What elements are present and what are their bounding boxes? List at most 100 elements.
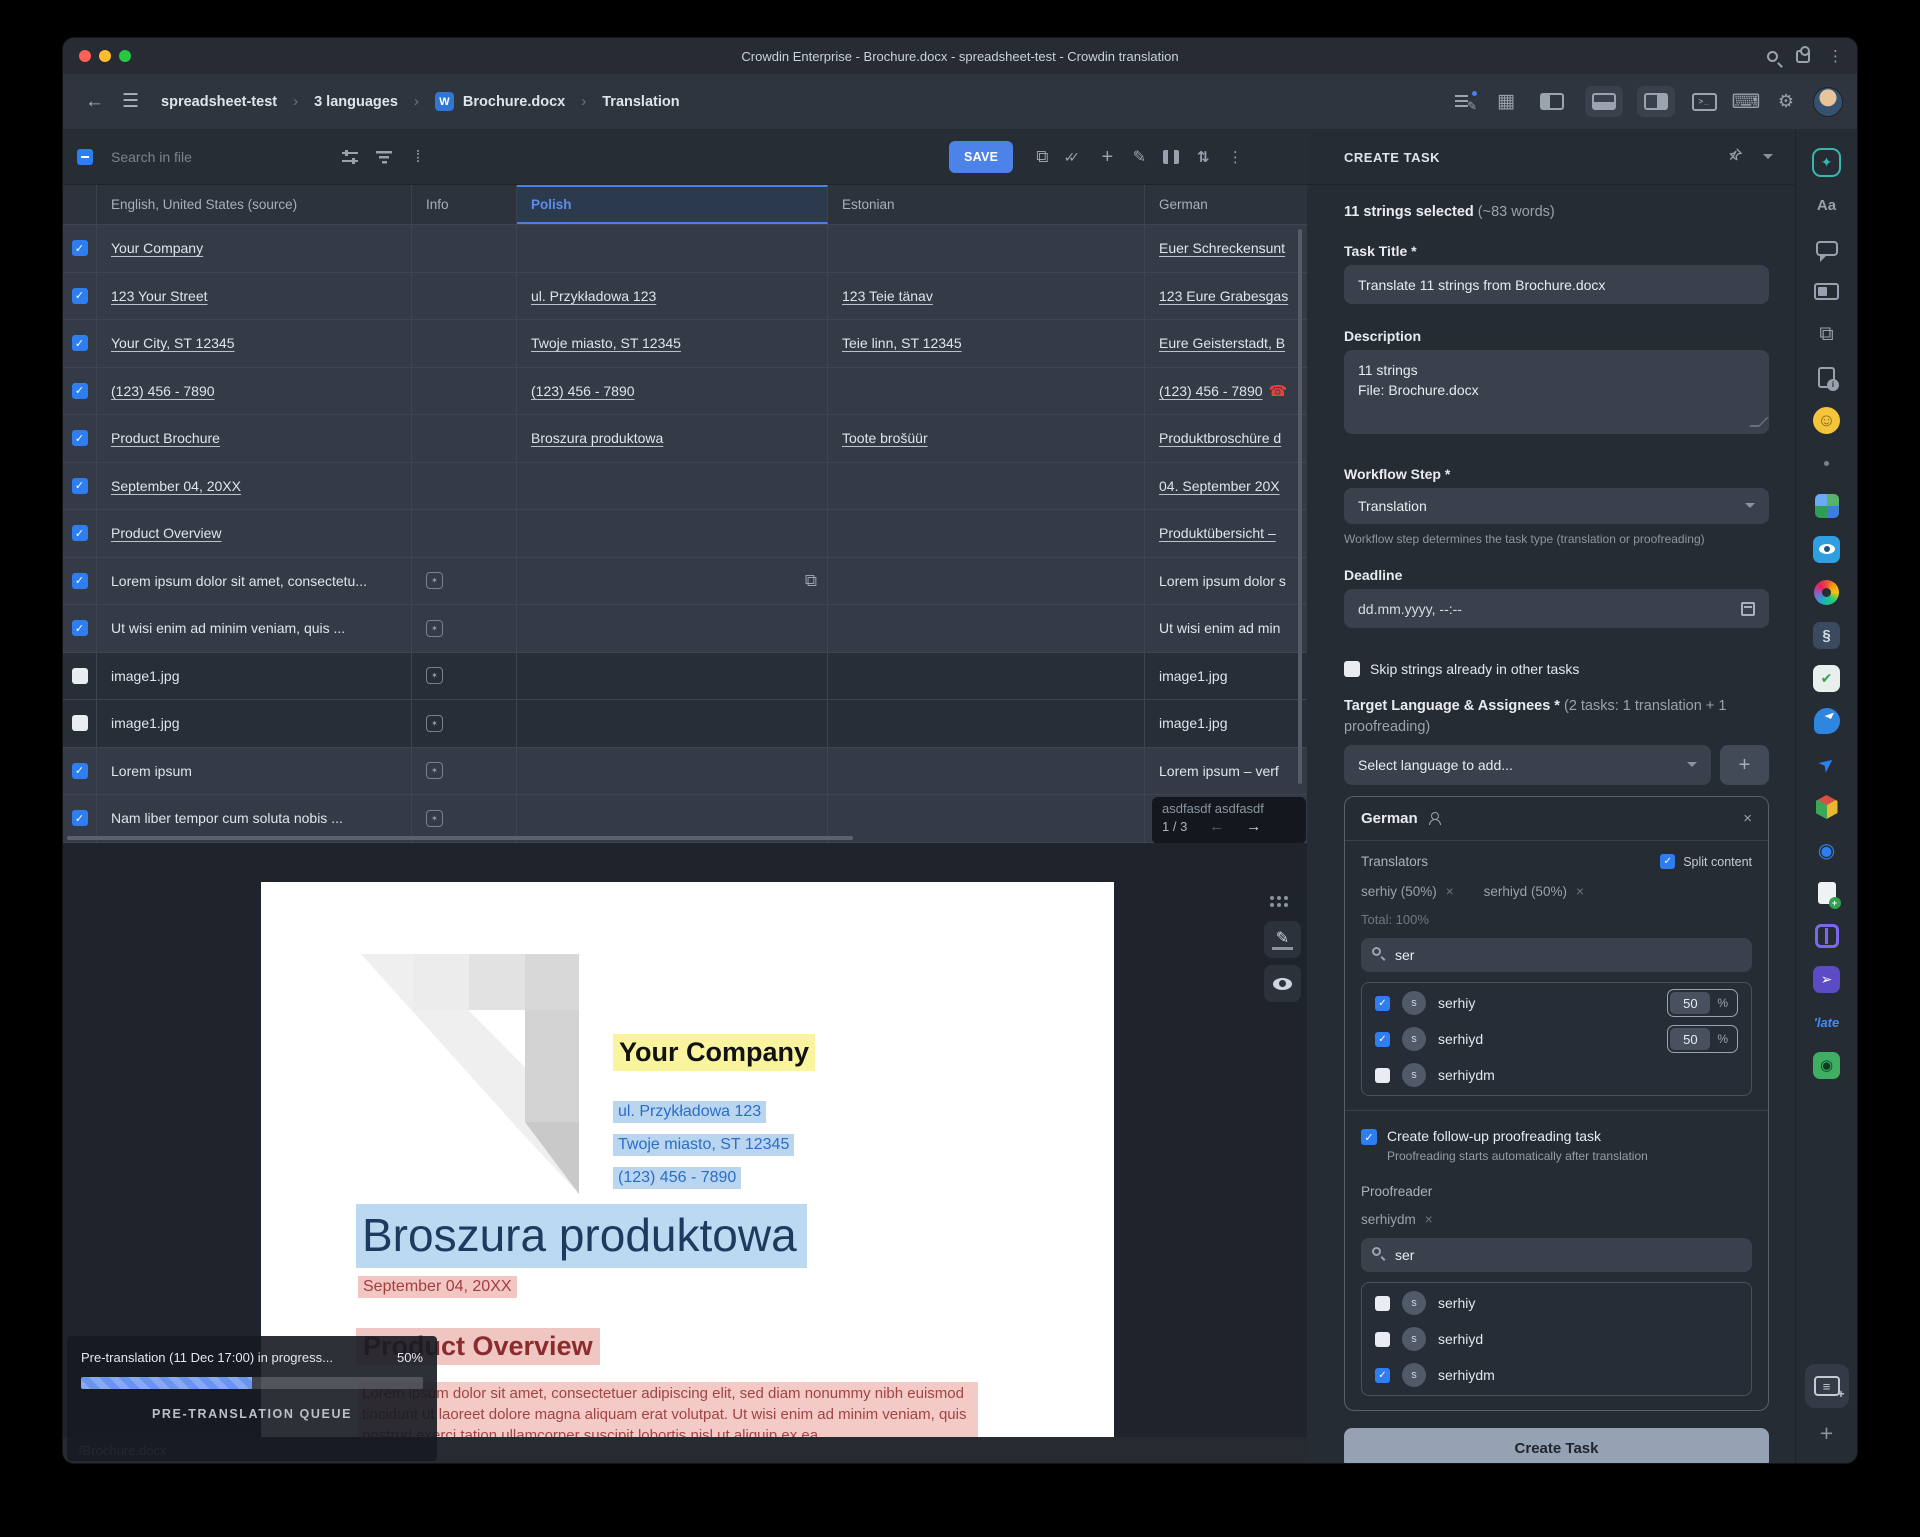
source-cell[interactable]: Product Overview (97, 510, 412, 557)
sidebar-item-capture-app[interactable] (1804, 660, 1850, 696)
german-cell[interactable]: Eure Geisterstadt, B (1145, 320, 1307, 367)
sidebar-item-cube-app[interactable] (1804, 789, 1850, 825)
estonian-cell[interactable] (828, 463, 1145, 510)
assignee-row[interactable]: ✓sserhiydm (1362, 1357, 1751, 1393)
source-cell[interactable]: Lorem ipsum dolor sit amet, consectetu..… (97, 558, 412, 605)
translator-search-input[interactable] (1361, 938, 1752, 972)
sidebar-item-comments[interactable] (1804, 230, 1850, 266)
estonian-cell[interactable] (828, 225, 1145, 272)
breadcrumb-languages[interactable]: 3 languages (314, 94, 398, 110)
menu-icon[interactable]: ☰ (122, 90, 139, 113)
sidebar-item-doc-add-app[interactable] (1804, 875, 1850, 911)
browser-search-icon[interactable] (1767, 51, 1778, 62)
source-cell[interactable]: Ut wisi enim ad minim veniam, quis ... (97, 605, 412, 652)
german-cell[interactable]: image1.jpg (1145, 653, 1307, 700)
remove-chip-icon[interactable]: × (1425, 1212, 1433, 1227)
sidebar-item-bird-app[interactable] (1804, 746, 1850, 782)
edit-button[interactable]: ✎ (1126, 147, 1152, 167)
sidebar-item-translation-memory[interactable] (1804, 273, 1850, 309)
search-input[interactable] (109, 148, 279, 166)
row-checkbox[interactable]: ✓ (72, 430, 88, 446)
copy-source-button[interactable]: ⧉ (1029, 147, 1055, 167)
table-row[interactable]: ✓123 Your Streetul. Przykładowa 123123 T… (63, 273, 1307, 321)
row-checkbox[interactable]: ✓ (72, 383, 88, 399)
assignee-row[interactable]: ✓sserhiy% (1362, 985, 1751, 1021)
breadcrumb-file[interactable]: Brochure.docx (463, 94, 565, 110)
row-checkbox[interactable]: ✓ (72, 525, 88, 541)
polish-cell[interactable] (517, 748, 828, 795)
breadcrumb-step[interactable]: Translation (602, 94, 679, 110)
table-row[interactable]: ✓ Product Overview Produktübersicht – (63, 510, 1307, 558)
sidebar-item-tate-logo[interactable]: 'late (1804, 1004, 1850, 1040)
german-cell[interactable]: Euer Schreckensunt (1145, 225, 1307, 272)
minimize-window-button[interactable] (99, 50, 111, 62)
row-checkbox[interactable] (72, 715, 88, 731)
table-row[interactable]: ✓Your City, ST 12345Twoje miasto, ST 123… (63, 320, 1307, 368)
assignee-row[interactable]: ✓sserhiyd% (1362, 1021, 1751, 1057)
back-arrow-icon[interactable]: ← (85, 91, 104, 113)
german-cell[interactable]: (123) 456 - 7890☎ (1145, 368, 1307, 415)
sidebar-item-birdy-app[interactable] (1804, 961, 1850, 997)
source-cell[interactable]: Your City, ST 12345 (97, 320, 412, 367)
source-cell[interactable]: Your Company (97, 225, 412, 272)
sidebar-item-vision-app[interactable] (1804, 832, 1850, 868)
sidebar-item-glossary[interactable] (1804, 316, 1850, 352)
skip-strings-row[interactable]: Skip strings already in other tasks (1344, 661, 1769, 677)
sidebar-item-more-indicator[interactable] (1804, 445, 1850, 481)
language-select[interactable]: Select language to add... (1344, 745, 1711, 785)
preview-edit-button[interactable]: ✎ (1264, 921, 1301, 958)
collapse-panel-icon[interactable] (1763, 154, 1773, 164)
zoom-window-button[interactable] (119, 50, 131, 62)
sidebar-item-create-task[interactable] (1805, 1364, 1849, 1408)
assignee-checkbox[interactable]: ✓ (1375, 996, 1390, 1011)
polish-cell[interactable]: Broszura produktowa (517, 415, 828, 462)
table-row[interactable]: ✓Your CompanyEuer Schreckensunt (63, 225, 1307, 273)
estonian-cell[interactable] (828, 748, 1145, 795)
create-task-button[interactable]: Create Task (1344, 1428, 1769, 1463)
sidebar-item-machine-translation[interactable] (1804, 187, 1850, 223)
table-row[interactable]: image1.jpg✶image1.jpg (63, 700, 1307, 748)
sidebar-item-emoji-reactions[interactable] (1804, 402, 1850, 438)
pager-prev-icon[interactable]: ← (1209, 818, 1224, 835)
estonian-cell[interactable] (828, 653, 1145, 700)
keyboard-shortcuts-icon[interactable]: ⌨ (1733, 89, 1759, 114)
filter-button[interactable] (371, 150, 397, 164)
followup-checkbox[interactable]: ✓ (1361, 1129, 1377, 1145)
sidebar-item-green-eye-app[interactable] (1804, 1047, 1850, 1083)
split-content-checkbox[interactable]: ✓ (1660, 854, 1675, 869)
approve-all-button[interactable]: ✓✓ (1055, 149, 1081, 166)
estonian-cell[interactable]: Toote brošüür (828, 415, 1145, 462)
assignee-checkbox[interactable] (1375, 1068, 1390, 1083)
table-row[interactable]: ✓September 04, 20XX04. September 20X (63, 463, 1307, 511)
column-header-info[interactable]: Info (412, 185, 517, 224)
column-header-estonian[interactable]: Estonian (828, 185, 1145, 224)
split-content-row[interactable]: ✓ Split content (1660, 854, 1752, 869)
filter-settings-button[interactable] (337, 150, 363, 164)
estonian-cell[interactable] (828, 558, 1145, 605)
pretranslation-queue-button[interactable]: PRE-TRANSLATION QUEUE (81, 1407, 423, 1421)
percent-input[interactable] (1670, 1028, 1710, 1050)
preview-drag-handle-icon[interactable] (1270, 896, 1274, 900)
save-button[interactable]: SAVE (949, 141, 1013, 173)
polish-cell[interactable] (517, 225, 828, 272)
preview-visibility-button[interactable] (1264, 965, 1301, 1002)
description-textarea[interactable]: 11 strings File: Brochure.docx (1344, 350, 1769, 434)
table-row[interactable]: ✓(123) 456 - 7890(123) 456 - 7890(123) 4… (63, 368, 1307, 416)
estonian-cell[interactable] (828, 510, 1145, 557)
sidebar-item-legal-app[interactable] (1804, 617, 1850, 653)
sidebar-item-add-integration[interactable] (1804, 1415, 1850, 1451)
sidebar-item-color-wheel[interactable] (1804, 574, 1850, 610)
user-avatar[interactable] (1813, 87, 1843, 117)
source-cell[interactable]: Lorem ipsum (97, 748, 412, 795)
copy-translation-icon[interactable]: ⧉ (805, 571, 817, 591)
estonian-cell[interactable] (828, 605, 1145, 652)
german-cell[interactable]: Produktübersicht – (1145, 510, 1307, 557)
add-string-button[interactable]: + (1094, 146, 1120, 169)
estonian-cell[interactable] (828, 700, 1145, 747)
sidebar-item-file-context[interactable] (1804, 359, 1850, 395)
german-cell[interactable]: Ut wisi enim ad min (1145, 605, 1307, 652)
toolbar-menu-button[interactable]: ⋮ (1222, 150, 1248, 165)
assignee-checkbox[interactable] (1375, 1296, 1390, 1311)
source-cell[interactable]: September 04, 20XX (97, 463, 412, 510)
polish-cell[interactable] (517, 463, 828, 510)
